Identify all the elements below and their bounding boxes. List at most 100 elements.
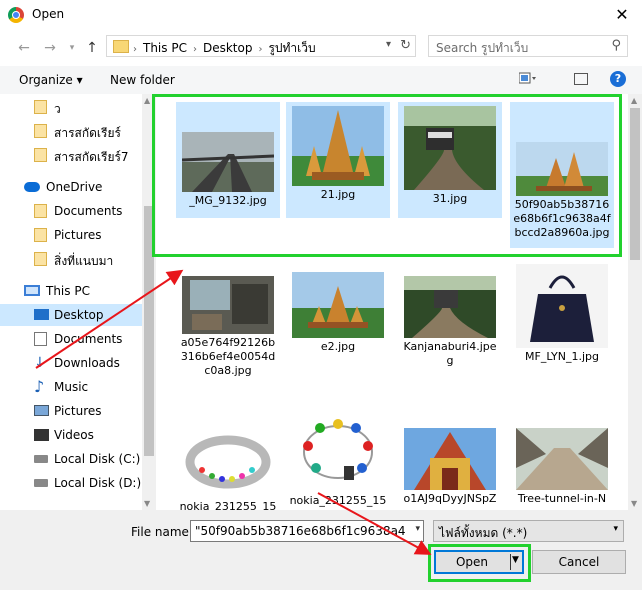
sidebar-item-onedrive-pictures[interactable]: Pictures bbox=[0, 224, 142, 246]
navigation-pane: ว สารสกัดเรียร์ สารสกัดเรียร์7 OneDrive … bbox=[0, 94, 156, 510]
file-type-value: ไฟล์ทั้งหมด (*.*) bbox=[439, 526, 528, 540]
sidebar-item-this-pc[interactable]: This PC bbox=[0, 280, 142, 302]
breadcrumb-desktop[interactable]: Desktop bbox=[203, 41, 253, 55]
pictures-icon bbox=[34, 405, 49, 416]
new-folder-button[interactable]: New folder bbox=[110, 73, 175, 87]
file-thumbnail bbox=[404, 276, 496, 338]
back-arrow-icon[interactable]: ← bbox=[14, 38, 34, 58]
sidebar-item-documents[interactable]: Documents bbox=[0, 328, 142, 350]
file-item[interactable]: nokia_231255_159 bbox=[286, 416, 390, 510]
scroll-up-icon[interactable]: ▲ bbox=[144, 96, 150, 105]
file-name: Kanjanaburi4.jpeg bbox=[403, 340, 497, 367]
sidebar-item-pictures[interactable]: Pictures bbox=[0, 400, 142, 422]
file-item[interactable]: nokia_231255_157 bbox=[176, 416, 280, 510]
sidebar-item-downloads[interactable]: ↓ Downloads bbox=[0, 352, 142, 374]
sidebar-item-folder-2[interactable]: สารสกัดเรียร์ bbox=[0, 120, 142, 142]
file-thumbnail bbox=[404, 428, 496, 490]
title-bar: Open ✕ bbox=[0, 0, 642, 30]
file-name: a05e764f92126b316b6ef4e0054dc0a8.jpg bbox=[180, 336, 276, 377]
open-button-highlight-box bbox=[428, 544, 531, 582]
folder-icon bbox=[34, 100, 47, 114]
sidebar-item-music[interactable]: ♪ Music bbox=[0, 376, 142, 398]
sidebar-item-videos[interactable]: Videos bbox=[0, 424, 142, 446]
folder-icon bbox=[34, 148, 47, 162]
file-name: Tree-tunnel-in-N bbox=[517, 492, 607, 505]
file-thumbnail bbox=[182, 426, 274, 498]
file-item[interactable]: a05e764f92126b316b6ef4e0054dc0a8.jpg bbox=[176, 260, 280, 400]
navigation-bar: ← → ▾ ↑ › This PC › Desktop › รูปทำเว็บ ▾ ↻ S… bbox=[0, 30, 642, 66]
window-title: Open bbox=[32, 7, 65, 21]
videos-icon bbox=[34, 429, 49, 441]
sidebar-item-attachments[interactable]: สิ่งที่แนบมา bbox=[0, 248, 142, 270]
file-name-value: "50f90ab5b38716e68b6f1c9638a4fbccd2a bbox=[195, 524, 405, 538]
breadcrumb-folder[interactable]: รูปทำเว็บ bbox=[268, 41, 315, 55]
file-thumbnail bbox=[516, 428, 608, 490]
file-thumbnail bbox=[516, 264, 608, 348]
address-bar[interactable]: › This PC › Desktop › รูปทำเว็บ ▾ ↻ bbox=[106, 35, 416, 57]
dialog-footer: File name: "50f90ab5b38716e68b6f1c9638a4… bbox=[0, 510, 642, 590]
file-item[interactable]: Kanjanaburi4.jpeg bbox=[398, 260, 502, 390]
search-icon: ⚲ bbox=[611, 38, 621, 53]
address-dropdown-icon[interactable]: ▾ bbox=[386, 39, 391, 50]
change-view-icon[interactable] bbox=[519, 72, 537, 86]
search-placeholder: Search รูปทำเว็บ bbox=[436, 41, 529, 55]
downloads-icon: ↓ bbox=[34, 355, 46, 371]
music-icon: ♪ bbox=[34, 377, 45, 396]
scroll-up-icon[interactable]: ▲ bbox=[631, 96, 637, 105]
file-item[interactable]: o1AJ9qDyyJNSpZ bbox=[398, 416, 502, 510]
file-name: e2.jpg bbox=[320, 340, 356, 353]
folder-icon bbox=[34, 228, 47, 242]
close-button[interactable]: ✕ bbox=[602, 0, 642, 30]
breadcrumb: › This PC › Desktop › รูปทำเว็บ bbox=[133, 41, 316, 55]
onedrive-icon bbox=[24, 182, 40, 192]
recent-locations-icon[interactable]: ▾ bbox=[62, 38, 82, 58]
file-name-field[interactable]: "50f90ab5b38716e68b6f1c9638a4fbccd2a ▾ bbox=[190, 520, 424, 542]
sidebar-item-folder-3[interactable]: สารสกัดเรียร์7 bbox=[0, 144, 142, 166]
organize-button[interactable]: Organize ▾ bbox=[19, 73, 83, 87]
disk-icon bbox=[34, 479, 48, 487]
file-name: nokia_231255_159 bbox=[289, 494, 387, 510]
file-thumbnail bbox=[292, 272, 384, 338]
up-arrow-icon[interactable]: ↑ bbox=[82, 38, 102, 58]
folder-icon bbox=[113, 40, 129, 53]
file-name: o1AJ9qDyyJNSpZ bbox=[403, 492, 497, 505]
help-icon[interactable]: ? bbox=[610, 71, 626, 87]
file-name: MF_LYN_1.jpg bbox=[525, 350, 599, 363]
sidebar-item-disk-c[interactable]: Local Disk (C:) bbox=[0, 448, 142, 470]
file-thumbnail bbox=[292, 416, 384, 492]
selection-highlight-box bbox=[152, 94, 622, 257]
folder-icon bbox=[34, 204, 47, 218]
file-name-label: File name: bbox=[131, 525, 193, 539]
file-item[interactable]: MF_LYN_1.jpg bbox=[510, 260, 614, 370]
file-item[interactable]: Tree-tunnel-in-N bbox=[510, 416, 614, 510]
search-input[interactable]: Search รูปทำเว็บ ⚲ bbox=[428, 35, 628, 57]
documents-icon bbox=[34, 332, 47, 346]
sidebar-item-desktop[interactable]: Desktop bbox=[0, 304, 142, 326]
folder-icon bbox=[34, 124, 47, 138]
preview-pane-icon[interactable] bbox=[574, 73, 588, 85]
refresh-icon[interactable]: ↻ bbox=[400, 38, 411, 53]
forward-arrow-icon[interactable]: → bbox=[40, 38, 60, 58]
sidebar-item-disk-d[interactable]: Local Disk (D:) bbox=[0, 472, 142, 494]
command-bar: Organize ▾ New folder ? bbox=[0, 66, 642, 94]
file-type-dropdown-icon[interactable]: ▾ bbox=[613, 524, 618, 534]
scroll-down-icon[interactable]: ▼ bbox=[631, 499, 637, 508]
file-type-select[interactable]: ไฟล์ทั้งหมด (*.*) ▾ bbox=[433, 520, 624, 542]
sidebar-item-onedrive[interactable]: OneDrive bbox=[0, 176, 142, 198]
sidebar-item-onedrive-documents[interactable]: Documents bbox=[0, 200, 142, 222]
chrome-icon bbox=[8, 7, 24, 23]
desktop-icon bbox=[34, 309, 49, 320]
file-thumbnail bbox=[182, 276, 274, 334]
cancel-button[interactable]: Cancel bbox=[532, 550, 626, 574]
sidebar-item-folder-1[interactable]: ว bbox=[0, 96, 142, 118]
file-item[interactable]: e2.jpg bbox=[286, 260, 390, 370]
file-name: nokia_231255_157 bbox=[179, 500, 277, 510]
folder-icon bbox=[34, 252, 47, 266]
file-list-scroll-thumb[interactable] bbox=[630, 108, 640, 260]
file-name-dropdown-icon[interactable]: ▾ bbox=[415, 524, 420, 534]
scroll-down-icon[interactable]: ▼ bbox=[144, 499, 150, 508]
breadcrumb-this-pc[interactable]: This PC bbox=[143, 41, 187, 55]
pc-icon bbox=[24, 285, 40, 296]
disk-icon bbox=[34, 455, 48, 463]
file-list-scrollbar[interactable]: ▲ ▼ bbox=[628, 94, 642, 510]
